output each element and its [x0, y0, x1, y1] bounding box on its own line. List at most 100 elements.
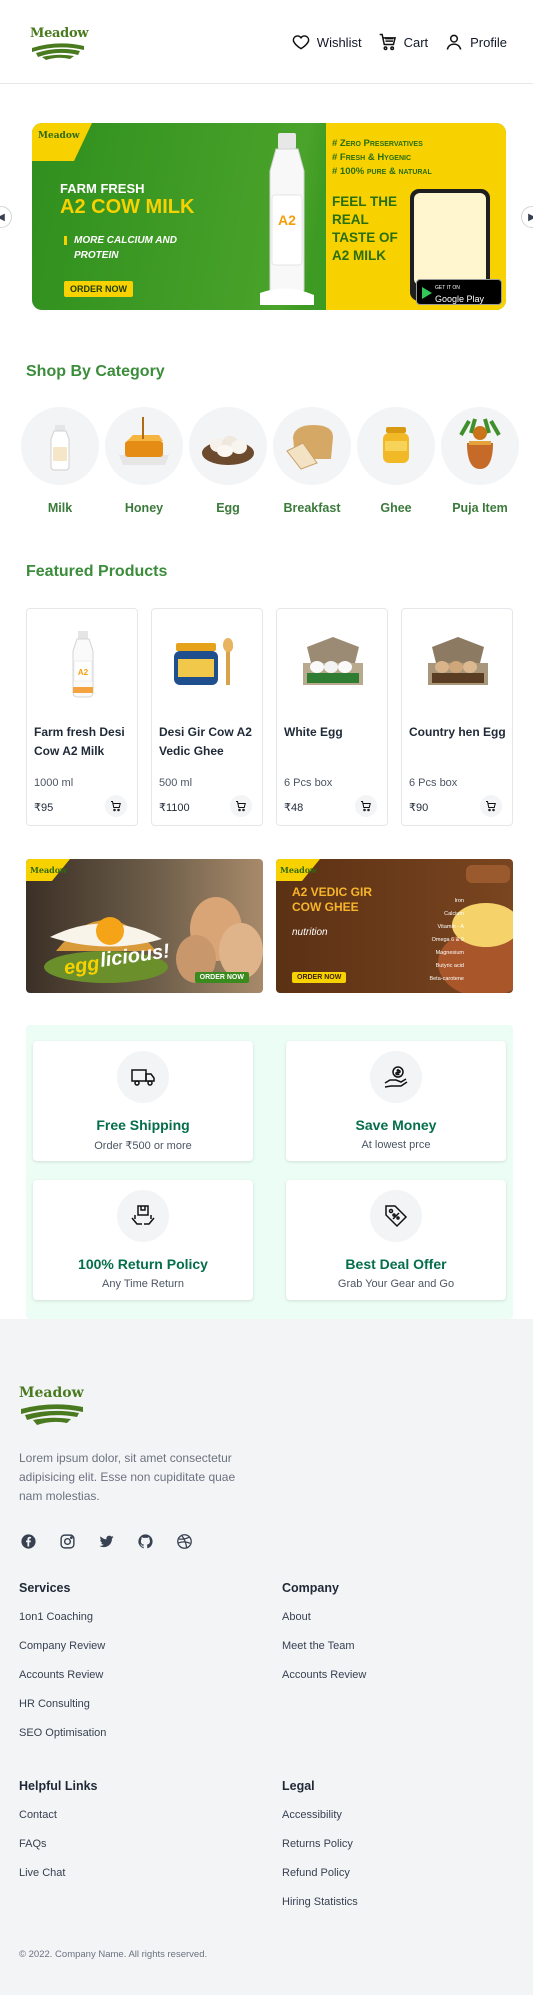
add-to-cart-button[interactable] — [355, 795, 377, 817]
wishlist-link[interactable]: Wishlist — [291, 32, 362, 52]
cart-label: Cart — [403, 34, 429, 50]
cart-icon — [361, 801, 371, 812]
footer-column-title: Legal — [282, 1779, 315, 1793]
banner-points: # Zero Preservatives # Fresh & Hygenic #… — [332, 137, 432, 179]
add-to-cart-button[interactable] — [480, 795, 502, 817]
category-breakfast[interactable]: Breakfast — [273, 407, 351, 515]
github-icon[interactable] — [136, 1532, 155, 1551]
product-name[interactable]: Country hen Egg — [409, 723, 509, 742]
cart-icon — [379, 33, 396, 51]
user-icon — [446, 34, 462, 50]
logo-field-icon — [32, 43, 84, 60]
phone-screen — [414, 193, 486, 285]
nutrient-item: Beta-carotene — [429, 976, 464, 982]
egg-promo-order-button[interactable]: ORDER NOW — [194, 972, 249, 983]
heart-icon — [292, 35, 310, 50]
product-unit: 6 Pcs box — [284, 777, 333, 789]
product-unit: 1000 ml — [34, 777, 74, 789]
category-honey[interactable]: Honey — [105, 407, 183, 515]
footer-link[interactable]: Refund Policy — [282, 1867, 358, 1896]
header-nav: Wishlist Cart Profile — [291, 32, 507, 52]
feature-card: 100% Return Policy Any Time Return — [33, 1180, 253, 1300]
footer-link[interactable]: Hiring Statistics — [282, 1896, 358, 1925]
feature-icon-circle — [117, 1051, 169, 1103]
footer-link[interactable]: Returns Policy — [282, 1838, 358, 1867]
category-puja-item[interactable]: Puja Item — [441, 407, 519, 515]
egg-promo-logo: Meadow — [30, 865, 67, 875]
footer-link[interactable]: 1on1 Coaching — [19, 1611, 106, 1640]
footer-link[interactable]: HR Consulting — [19, 1698, 106, 1727]
product-card[interactable]: Country hen Egg 6 Pcs box ₹90 — [401, 608, 513, 826]
nutrient-list: Iron Calcium Vitamin - A Omega 6 & 9 Mag… — [380, 895, 464, 986]
truck-icon — [131, 1069, 155, 1086]
add-to-cart-button[interactable] — [105, 795, 127, 817]
product-price: ₹90 — [409, 802, 429, 814]
footer-link[interactable]: Accounts Review — [19, 1669, 106, 1698]
nutrient-item: Iron — [454, 898, 464, 904]
banner-order-button[interactable]: ORDER NOW — [64, 281, 133, 297]
product-name[interactable]: Desi Gir Cow A2 Vedic Ghee — [159, 723, 259, 761]
svg-text:A2: A2 — [78, 668, 89, 677]
facebook-icon[interactable] — [19, 1532, 38, 1551]
product-card[interactable]: White Egg 6 Pcs box ₹48 — [276, 608, 388, 826]
category-egg[interactable]: Egg — [189, 407, 267, 515]
footer-link[interactable]: Accessibility — [282, 1809, 358, 1838]
cart-icon — [486, 801, 496, 812]
features-section: Free Shipping Order ₹500 or more Save Mo… — [26, 1025, 513, 1319]
footer-link[interactable]: Accounts Review — [282, 1669, 366, 1698]
feature-title: 100% Return Policy — [78, 1256, 208, 1272]
google-play-badge[interactable]: GET IT ON Google Play — [416, 279, 502, 305]
footer-column-services: Services 1on1 Coaching Company Review Ac… — [19, 1581, 106, 1756]
product-name[interactable]: White Egg — [284, 723, 384, 742]
footer-logo[interactable]: Meadow — [19, 1385, 85, 1425]
product-name[interactable]: Farm fresh Desi Cow A2 Milk — [34, 723, 134, 761]
dribbble-icon[interactable] — [175, 1532, 194, 1551]
footer-link[interactable]: Contact — [19, 1809, 97, 1838]
google-play-label: Google Play — [435, 294, 485, 304]
ghee-promo-order-button[interactable]: ORDER NOW — [292, 972, 347, 983]
ghee-promo-banner[interactable]: Meadow A2 VEDIC GIR COW GHEE nutrition I… — [276, 859, 513, 993]
feature-title: Free Shipping — [96, 1117, 190, 1133]
banner-badge-text: Meadow — [38, 131, 80, 141]
twitter-icon[interactable] — [97, 1532, 116, 1551]
category-image — [273, 407, 351, 485]
carousel-next-button[interactable]: ▶ — [521, 206, 533, 228]
cart-link[interactable]: Cart — [378, 32, 429, 52]
footer-link[interactable]: FAQs — [19, 1838, 97, 1867]
category-image — [21, 407, 99, 485]
product-price: ₹48 — [284, 802, 304, 814]
featured-section-title: Featured Products — [26, 563, 168, 580]
footer-description: Lorem ipsum dolor, sit amet consectetur … — [19, 1451, 236, 1503]
footer-link[interactable]: Meet the Team — [282, 1640, 366, 1669]
chevron-right-icon: ▶ — [528, 211, 533, 223]
svg-text:A2: A2 — [278, 212, 296, 228]
social-links — [19, 1532, 194, 1551]
nutrient-item: Vitamin - A — [437, 924, 465, 930]
category-label: Breakfast — [283, 501, 341, 515]
profile-link[interactable]: Profile — [444, 32, 507, 52]
footer-link[interactable]: About — [282, 1611, 366, 1640]
product-card[interactable]: Desi Gir Cow A2 Vedic Ghee 500 ml ₹1100 — [151, 608, 263, 826]
footer-link[interactable]: Live Chat — [19, 1867, 97, 1896]
product-price: ₹1100 — [159, 802, 190, 814]
copyright-text: © 2022. Company Name. All rights reserve… — [19, 1949, 208, 1960]
honeycomb-icon — [119, 417, 169, 465]
instagram-icon[interactable] — [58, 1532, 77, 1551]
brand-logo[interactable]: Meadow — [30, 26, 89, 60]
egg-promo-banner[interactable]: Meadow egg licious! ORDER NOW — [26, 859, 263, 993]
cart-icon — [236, 801, 246, 812]
milk-bottle-icon — [50, 425, 70, 471]
footer-link[interactable]: Company Review — [19, 1640, 106, 1669]
feature-icon-circle — [117, 1190, 169, 1242]
ghee-jar-icon — [383, 427, 409, 463]
carousel-prev-button[interactable]: ◀ — [0, 206, 12, 228]
feature-subtitle: Any Time Return — [102, 1278, 184, 1290]
category-ghee[interactable]: Ghee — [357, 407, 435, 515]
add-to-cart-button[interactable] — [230, 795, 252, 817]
footer-link[interactable]: SEO Optimisation — [19, 1727, 106, 1756]
footer-column-title: Services — [19, 1581, 71, 1595]
hero-banner[interactable]: Meadow FARM FRESH A2 COW MILK MORE CALCI… — [32, 123, 506, 310]
product-unit: 6 Pcs box — [409, 777, 458, 789]
product-card[interactable]: A2 Farm fresh Desi Cow A2 Milk 1000 ml ₹… — [26, 608, 138, 826]
category-milk[interactable]: Milk — [21, 407, 99, 515]
